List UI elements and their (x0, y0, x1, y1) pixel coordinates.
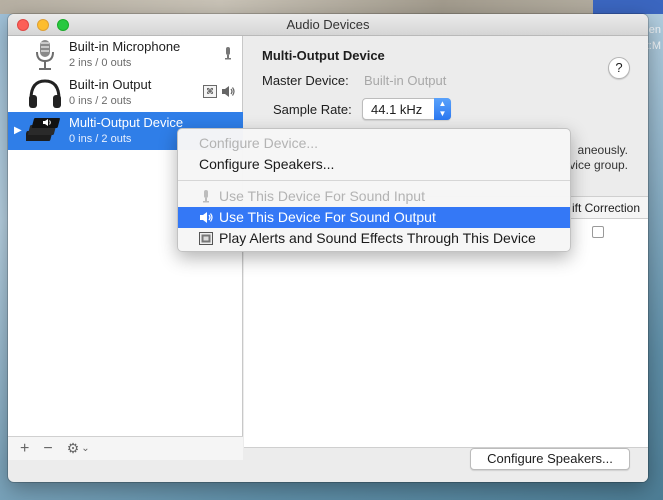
device-badges (221, 47, 235, 60)
microphone-icon (203, 190, 209, 203)
menu-separator (178, 180, 570, 181)
drift-correction-checkbox[interactable] (592, 226, 604, 238)
desktop-top-strip (0, 0, 663, 14)
remove-device-button[interactable]: − (43, 440, 52, 458)
gear-icon: ⚙ (66, 440, 80, 456)
microphone-icon (36, 40, 54, 70)
popup-arrows-icon: ▲ ▼ (434, 98, 451, 120)
menu-item-play-alerts[interactable]: Play Alerts and Sound Effects Through Th… (178, 228, 570, 249)
desktop-edge-text: en t:M (646, 22, 661, 54)
device-description: aneously. vice group. (569, 143, 628, 173)
menu-item-label: Configure Speakers... (199, 156, 335, 172)
alert-icon (199, 232, 213, 245)
menu-item-configure-speakers[interactable]: Configure Speakers... (178, 154, 570, 175)
headphones-icon (29, 79, 61, 108)
device-name: Built-in Output (69, 77, 152, 92)
device-io: 0 ins / 2 outs (69, 133, 132, 145)
master-device-popup[interactable]: Built-in Output (364, 73, 446, 88)
device-io: 2 ins / 0 outs (69, 57, 132, 69)
device-title: Multi-Output Device (262, 48, 385, 63)
device-io: 0 ins / 2 outs (69, 95, 132, 107)
device-name: Multi-Output Device (69, 115, 184, 130)
device-context-menu: Configure Device... Configure Speakers..… (177, 128, 571, 252)
device-row-built-in-output[interactable]: Built-in Output 0 ins / 2 outs ⌘ (8, 74, 243, 112)
input-microphone-badge-icon (225, 47, 231, 60)
alert-device-icon: ⌘ (203, 85, 217, 98)
drift-correction-header[interactable]: ift Correction (572, 201, 640, 215)
device-list-footer: + − ⚙ ⌄ (8, 436, 243, 460)
device-name: Built-in Microphone (69, 39, 181, 54)
disclosure-triangle-icon[interactable]: ▶ (14, 125, 22, 136)
menu-item-label: Configure Device... (199, 135, 319, 151)
menu-item-label: Play Alerts and Sound Effects Through Th… (219, 230, 536, 246)
menu-item-use-for-input[interactable]: Use This Device For Sound Input (178, 186, 570, 207)
sample-rate-label: Sample Rate: (273, 102, 352, 117)
desktop-corner-element (593, 0, 663, 14)
menu-item-label: Use This Device For Sound Output (219, 209, 436, 225)
device-row-built-in-microphone[interactable]: Built-in Microphone 2 ins / 0 outs (8, 36, 243, 74)
device-badges: ⌘ (203, 85, 235, 98)
window-title: Audio Devices (286, 17, 370, 32)
add-device-button[interactable]: + (20, 440, 29, 458)
menu-item-label: Use This Device For Sound Input (219, 188, 425, 204)
edge-text-2: t:M (645, 40, 661, 52)
description-line-1: aneously. (577, 143, 628, 157)
title-bar: Audio Devices (8, 14, 648, 36)
output-speaker-badge-icon (222, 86, 235, 97)
menu-item-use-for-output[interactable]: Use This Device For Sound Output (178, 207, 570, 228)
help-button[interactable]: ? (608, 57, 630, 79)
edge-text-1: en (648, 24, 661, 36)
menu-item-configure-device[interactable]: Configure Device... (178, 133, 570, 154)
gear-menu-button[interactable]: ⚙ ⌄ (67, 440, 90, 457)
sample-rate-popup[interactable]: 44.1 kHz ▲ ▼ (362, 98, 451, 120)
speaker-icon (200, 212, 213, 223)
sample-rate-value: 44.1 kHz (371, 102, 423, 117)
configure-speakers-button[interactable]: Configure Speakers... (470, 448, 630, 470)
multi-output-icon (26, 118, 60, 141)
description-line-2: vice group. (569, 158, 628, 172)
master-device-label: Master Device: (262, 73, 349, 88)
chevron-down-icon: ⌄ (81, 443, 90, 454)
device-detail-pane: Multi-Output Device ? Master Device: Bui… (244, 36, 648, 482)
